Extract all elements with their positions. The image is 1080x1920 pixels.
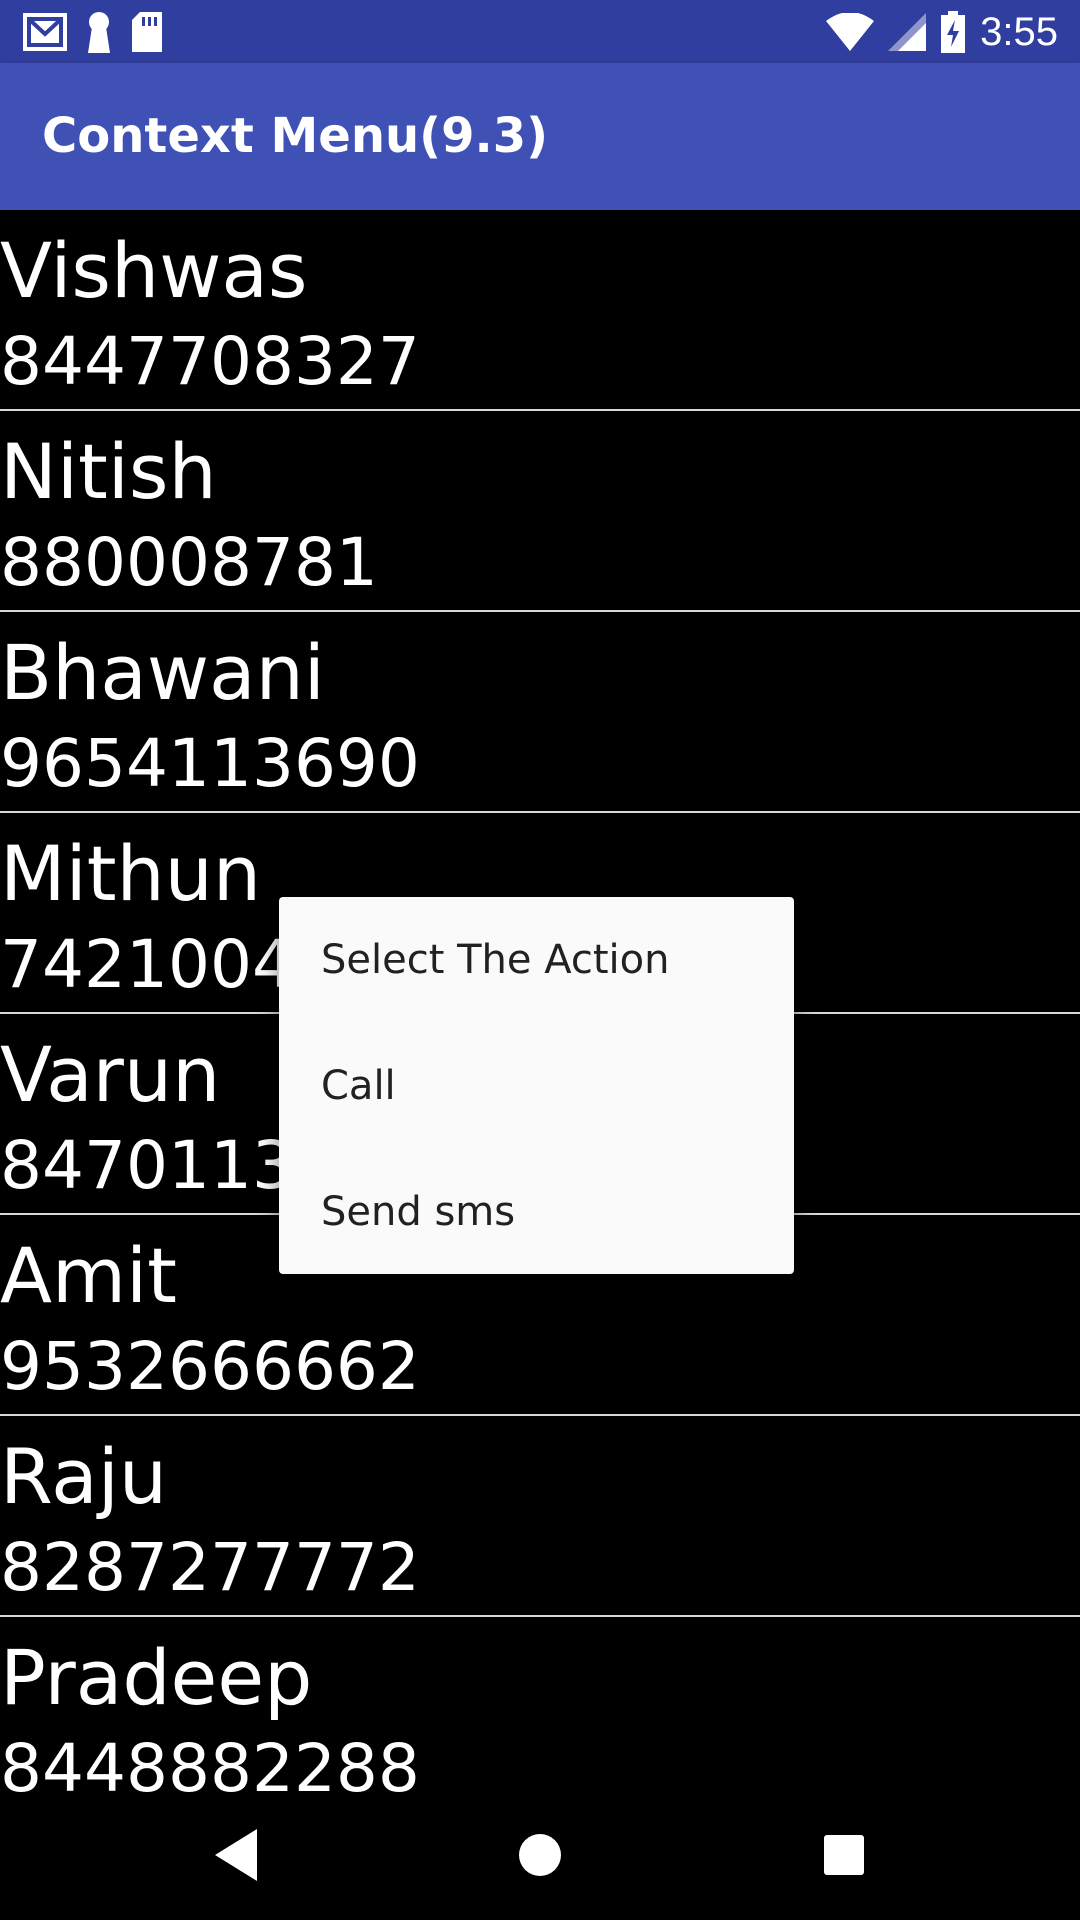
context-menu-title: Select The Action	[321, 937, 670, 983]
contact-number: 8447708327	[0, 323, 420, 400]
list-item[interactable]: Pradeep 8448882288	[0, 1617, 1080, 1794]
cell-signal-icon	[888, 13, 927, 51]
list-item[interactable]: Nitish 880008781	[0, 411, 1080, 612]
gmail-icon	[22, 12, 68, 52]
keyhole-icon	[86, 11, 112, 53]
home-button[interactable]	[500, 1817, 580, 1897]
status-bar: 3:55	[0, 0, 1080, 63]
list-item[interactable]: Raju 8287277772	[0, 1416, 1080, 1617]
list-item[interactable]: Bhawani 9654113690	[0, 612, 1080, 813]
contact-name: Vishwas	[0, 226, 308, 315]
menu-item-call[interactable]: Call	[279, 1023, 794, 1149]
contact-number: 8448882288	[0, 1730, 420, 1794]
app-title: Context Menu(9.3)	[42, 108, 549, 164]
wifi-icon	[826, 13, 875, 51]
menu-item-send-sms[interactable]: Send sms	[279, 1149, 794, 1275]
app-bar: Context Menu(9.3)	[0, 63, 1080, 210]
recents-icon	[824, 1835, 864, 1879]
battery-charging-icon	[940, 11, 966, 53]
contact-name: Nitish	[0, 427, 217, 516]
status-left-icons	[22, 8, 164, 56]
contact-name: Raju	[0, 1432, 167, 1521]
contact-number: 880008781	[0, 524, 378, 601]
contact-number: 9532666662	[0, 1328, 420, 1405]
status-time: 3:55	[980, 10, 1058, 54]
context-menu: Select The Action Call Send sms	[279, 897, 794, 1274]
contact-name: Amit	[0, 1231, 177, 1320]
contact-name: Mithun	[0, 829, 261, 918]
menu-item-label: Call	[321, 1063, 396, 1109]
home-icon	[518, 1833, 562, 1881]
back-icon	[213, 1829, 259, 1885]
status-right-icons: 3:55	[826, 8, 1058, 56]
contact-number: 8287277772	[0, 1529, 420, 1606]
recents-button[interactable]	[804, 1817, 884, 1897]
contact-name: Bhawani	[0, 628, 325, 717]
list-item[interactable]: Vishwas 8447708327	[0, 210, 1080, 411]
contact-name: Pradeep	[0, 1633, 313, 1722]
back-button[interactable]	[196, 1817, 276, 1897]
navigation-bar	[0, 1794, 1080, 1920]
contact-number: 9654113690	[0, 725, 420, 802]
sd-card-icon	[130, 12, 164, 52]
contact-name: Varun	[0, 1030, 221, 1119]
menu-item-label: Send sms	[321, 1189, 516, 1235]
